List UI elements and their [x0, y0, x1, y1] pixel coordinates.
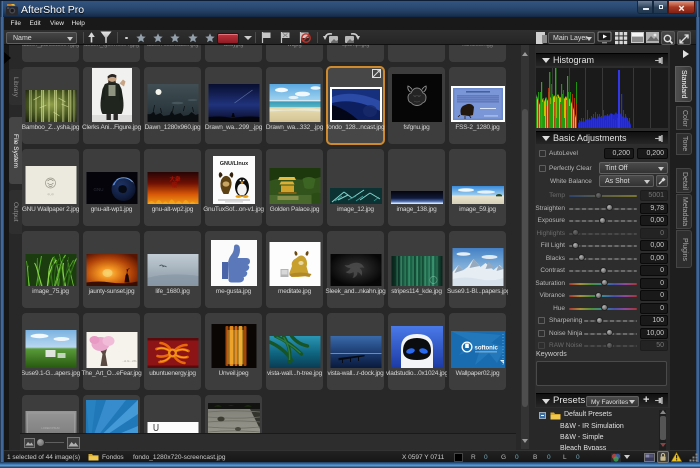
- svg-text:- A·G - 2%: - A·G - 2%: [122, 359, 136, 363]
- svg-text:LOREM IPSUM: LOREM IPSUM: [41, 426, 59, 430]
- svg-text:報: 報: [171, 181, 177, 189]
- svg-text:GNU/LInux: GNU/LInux: [219, 161, 248, 167]
- svg-text:大衆: 大衆: [169, 175, 181, 183]
- svg-text:GNU: GNU: [93, 187, 103, 192]
- svg-text:softonic: softonic: [474, 346, 498, 352]
- svg-text:(o_o): (o_o): [47, 193, 53, 196]
